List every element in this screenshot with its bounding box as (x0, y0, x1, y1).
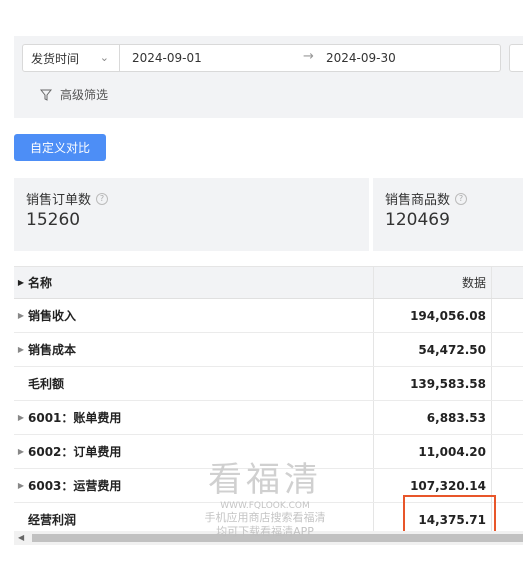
scroll-left-icon[interactable]: ◀ (18, 533, 24, 542)
row-value: 54,472.50 (374, 333, 492, 366)
metric-value: 120469 (385, 210, 450, 230)
table-row: 毛利额 139,583.58 (14, 367, 523, 401)
help-icon[interactable]: ? (455, 192, 468, 205)
filter-panel: 发货时间 ⌄ 2024-09-01 → 2024-09-30 高级筛选 (14, 36, 523, 118)
row-name: 经营利润 (28, 513, 77, 527)
row-value: 139,583.58 (374, 367, 492, 400)
start-date[interactable]: 2024-09-01 (132, 51, 202, 65)
metric-card-items: 销售商品数 ? 120469 (373, 178, 523, 251)
column-header-value[interactable]: 数据 (374, 267, 492, 298)
row-name: 6003：运营费用 (28, 479, 122, 493)
metric-value: 15260 (26, 210, 81, 230)
filter-icon (40, 89, 52, 101)
row-name: 销售成本 (28, 343, 77, 357)
row-name: 6001：账单费用 (28, 411, 122, 425)
row-value: 194,056.08 (374, 299, 492, 332)
scrollbar-thumb[interactable] (32, 534, 523, 542)
advanced-filter-button[interactable]: 高级筛选 (40, 86, 108, 103)
chevron-down-icon: ⌄ (99, 51, 109, 64)
caret-right-icon[interactable]: ▶ (14, 278, 28, 287)
custom-compare-button[interactable]: 自定义对比 (14, 134, 106, 161)
table-row: ▶ 6002：订单费用 11,004.20 (14, 435, 523, 469)
partial-control[interactable] (509, 44, 523, 72)
table-header-row: ▶ 名称 数据 (14, 267, 523, 299)
arrow-right-icon: → (303, 49, 314, 64)
row-name: 销售收入 (28, 309, 77, 323)
date-range-picker[interactable]: 2024-09-01 → 2024-09-30 (120, 44, 501, 72)
date-type-label: 发货时间 (31, 51, 80, 66)
end-date[interactable]: 2024-09-30 (326, 51, 396, 65)
table-row: ▶ 销售收入 194,056.08 (14, 299, 523, 333)
horizontal-scrollbar[interactable]: ◀ (14, 531, 523, 545)
row-value: 6,883.53 (374, 401, 492, 434)
advanced-filter-label: 高级筛选 (60, 88, 109, 102)
expand-icon[interactable]: ▶ (14, 481, 28, 490)
expand-icon[interactable]: ▶ (14, 447, 28, 456)
column-header-name[interactable]: 名称 (28, 274, 52, 291)
row-name: 毛利额 (28, 377, 65, 391)
date-type-select[interactable]: 发货时间 ⌄ (22, 44, 120, 72)
table-row: ▶ 销售成本 54,472.50 (14, 333, 523, 367)
help-icon[interactable]: ? (96, 192, 109, 205)
expand-icon[interactable]: ▶ (14, 311, 28, 320)
highlight-box (403, 495, 496, 536)
metric-label: 销售商品数 (385, 193, 451, 208)
row-value: 11,004.20 (374, 435, 492, 468)
row-name: 6002：订单费用 (28, 445, 122, 459)
metric-card-orders: 销售订单数 ? 15260 (14, 178, 369, 251)
expand-icon[interactable]: ▶ (14, 345, 28, 354)
table-row: ▶ 6001：账单费用 6,883.53 (14, 401, 523, 435)
expand-icon[interactable]: ▶ (14, 413, 28, 422)
metric-label: 销售订单数 (26, 193, 92, 208)
